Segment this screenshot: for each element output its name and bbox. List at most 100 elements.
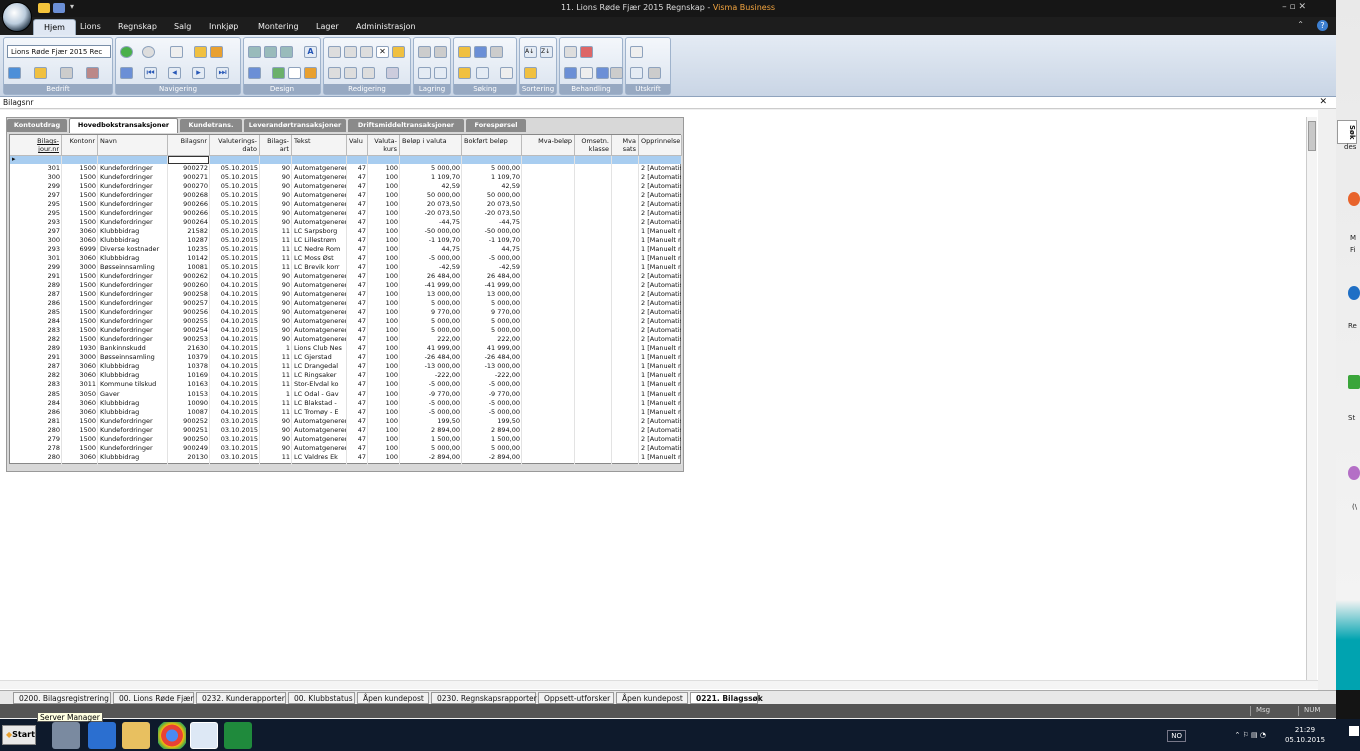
cell-art[interactable]: 90 — [260, 444, 292, 453]
cell-jour[interactable]: 285 — [18, 308, 62, 317]
cell-belop[interactable]: 5 000,00 — [400, 299, 462, 308]
cell-dato[interactable]: 04.10.2015 — [210, 380, 260, 389]
cell-valu[interactable]: 47 — [347, 200, 368, 209]
page-layout-icon[interactable] — [288, 67, 301, 79]
cell-art[interactable]: 90 — [260, 435, 292, 444]
cell-valu[interactable]: 47 — [347, 191, 368, 200]
cell-omsetn[interactable] — [575, 371, 612, 380]
cell-bilag[interactable]: 10153 — [168, 390, 210, 399]
cell-omsetn[interactable] — [575, 164, 612, 173]
cell-belop[interactable]: -5 000,00 — [400, 399, 462, 408]
document-icon[interactable] — [580, 67, 593, 79]
cell-mvasats[interactable] — [612, 254, 639, 263]
cell-art[interactable]: 90 — [260, 335, 292, 344]
folder-open-icon[interactable] — [210, 46, 223, 58]
cell-opprinnelse[interactable]: 1 [Manuelt re — [639, 254, 682, 263]
cell-mvasats[interactable] — [612, 182, 639, 191]
cell-opprinnelse[interactable]: 2 [Automatis — [639, 173, 682, 182]
cell-tekst[interactable]: Automatgenerert — [292, 317, 347, 326]
cell-opprinnelse[interactable]: 1 [Manuelt re — [639, 344, 682, 353]
cell-omsetn[interactable] — [575, 209, 612, 218]
cell-art[interactable]: 90 — [260, 326, 292, 335]
cell-dato[interactable]: 05.10.2015 — [210, 263, 260, 272]
cell-konto[interactable]: 3060 — [62, 371, 98, 380]
cell-art[interactable]: 90 — [260, 209, 292, 218]
cell-tekst[interactable]: Automatgenerert — [292, 435, 347, 444]
cell-art[interactable]: 11 — [260, 245, 292, 254]
language-indicator[interactable]: NO — [1167, 730, 1186, 742]
cell-kurs[interactable]: 100 — [368, 335, 400, 344]
window-tab[interactable]: Åpen kundepost — [616, 692, 688, 704]
cell-valu[interactable]: 47 — [347, 390, 368, 399]
cell-opprinnelse[interactable]: 1 [Manuelt re — [639, 245, 682, 254]
cell-navn[interactable]: Kundefordringer — [98, 173, 168, 182]
cell-art[interactable]: 90 — [260, 417, 292, 426]
move-icon[interactable] — [344, 67, 357, 79]
cell-tekst[interactable]: Lions Club Nes — [292, 344, 347, 353]
cell-valu[interactable]: 47 — [347, 236, 368, 245]
cell-kurs[interactable]: 100 — [368, 344, 400, 353]
cell-bilag[interactable]: 900256 — [168, 308, 210, 317]
cell-jour[interactable]: 284 — [18, 317, 62, 326]
form-close-icon[interactable]: ✕ — [1319, 97, 1327, 107]
cell-navn[interactable]: Klubbbidrag — [98, 227, 168, 236]
cell-mvasats[interactable] — [612, 453, 639, 462]
cell-dato[interactable]: 05.10.2015 — [210, 173, 260, 182]
cell-art[interactable]: 90 — [260, 299, 292, 308]
cell-konto[interactable]: 1500 — [62, 209, 98, 218]
cell-konto[interactable]: 1500 — [62, 191, 98, 200]
column-header-jour[interactable]: Bilags- jour.nr — [18, 135, 62, 156]
cell-mva[interactable] — [522, 182, 575, 191]
cell-bilag[interactable]: 900271 — [168, 173, 210, 182]
cell-bokfort[interactable]: -9 770,00 — [462, 390, 522, 399]
cell-belop[interactable]: 41 999,00 — [400, 344, 462, 353]
transactions-grid[interactable]: Bilags- jour.nr Kontonr Navn Bilagsnr Valute… — [9, 134, 682, 465]
cell-omsetn[interactable] — [575, 173, 612, 182]
cell-omsetn[interactable] — [575, 200, 612, 209]
cell-bokfort[interactable]: -41 999,00 — [462, 281, 522, 290]
cell-valu[interactable]: 47 — [347, 218, 368, 227]
cell-konto[interactable]: 3060 — [62, 227, 98, 236]
cell-art[interactable]: 90 — [260, 290, 292, 299]
cell-bilag[interactable]: 21630 — [168, 344, 210, 353]
cell-navn[interactable]: Diverse kostnader — [98, 245, 168, 254]
cell-kurs[interactable]: 100 — [368, 308, 400, 317]
undo-icon[interactable] — [418, 67, 431, 79]
cell-mva[interactable] — [522, 308, 575, 317]
preview-icon[interactable] — [630, 67, 643, 79]
cell-jour[interactable]: 287 — [18, 362, 62, 371]
cell-mva[interactable] — [522, 344, 575, 353]
cell-valu[interactable]: 47 — [347, 272, 368, 281]
cell-valu[interactable]: 47 — [347, 281, 368, 290]
cell-konto[interactable]: 1500 — [62, 272, 98, 281]
app-shortcut-icon[interactable] — [1348, 466, 1360, 480]
cell-belop[interactable]: -222,00 — [400, 371, 462, 380]
tab-regnskap[interactable]: Regnskap — [108, 19, 167, 35]
cell-valu[interactable]: 47 — [347, 353, 368, 362]
cell-bokfort[interactable]: 1 500,00 — [462, 435, 522, 444]
cell-tekst[interactable]: Automatgenerert — [292, 299, 347, 308]
cell-mvasats[interactable] — [612, 281, 639, 290]
erase-icon[interactable] — [434, 46, 447, 58]
cell-art[interactable]: 90 — [260, 173, 292, 182]
cell-mva[interactable] — [522, 399, 575, 408]
cell-jour[interactable]: 278 — [18, 444, 62, 453]
cell-tekst[interactable]: Automatgenerert — [292, 164, 347, 173]
cell-konto[interactable]: 1500 — [62, 173, 98, 182]
cell-jour[interactable]: 279 — [18, 435, 62, 444]
cell-tekst[interactable]: LC Odal - Gav — [292, 390, 347, 399]
cell-omsetn[interactable] — [575, 245, 612, 254]
cell-mvasats[interactable] — [612, 263, 639, 272]
cell-jour[interactable]: 293 — [18, 218, 62, 227]
cell-konto[interactable]: 1500 — [62, 164, 98, 173]
cell-bokfort[interactable]: -5 000,00 — [462, 408, 522, 417]
cell-mva[interactable] — [522, 362, 575, 371]
cell-kurs[interactable]: 100 — [368, 371, 400, 380]
window-tab[interactable]: 00. Klubbstatus — [288, 692, 355, 704]
cell-bokfort[interactable]: 50 000,00 — [462, 191, 522, 200]
cell-mvasats[interactable] — [612, 245, 639, 254]
vertical-scrollbar[interactable] — [1306, 117, 1317, 680]
cell-jour[interactable]: 300 — [18, 236, 62, 245]
cell-tekst[interactable]: Automatgenerert — [292, 173, 347, 182]
cell-navn[interactable]: Klubbbidrag — [98, 371, 168, 380]
